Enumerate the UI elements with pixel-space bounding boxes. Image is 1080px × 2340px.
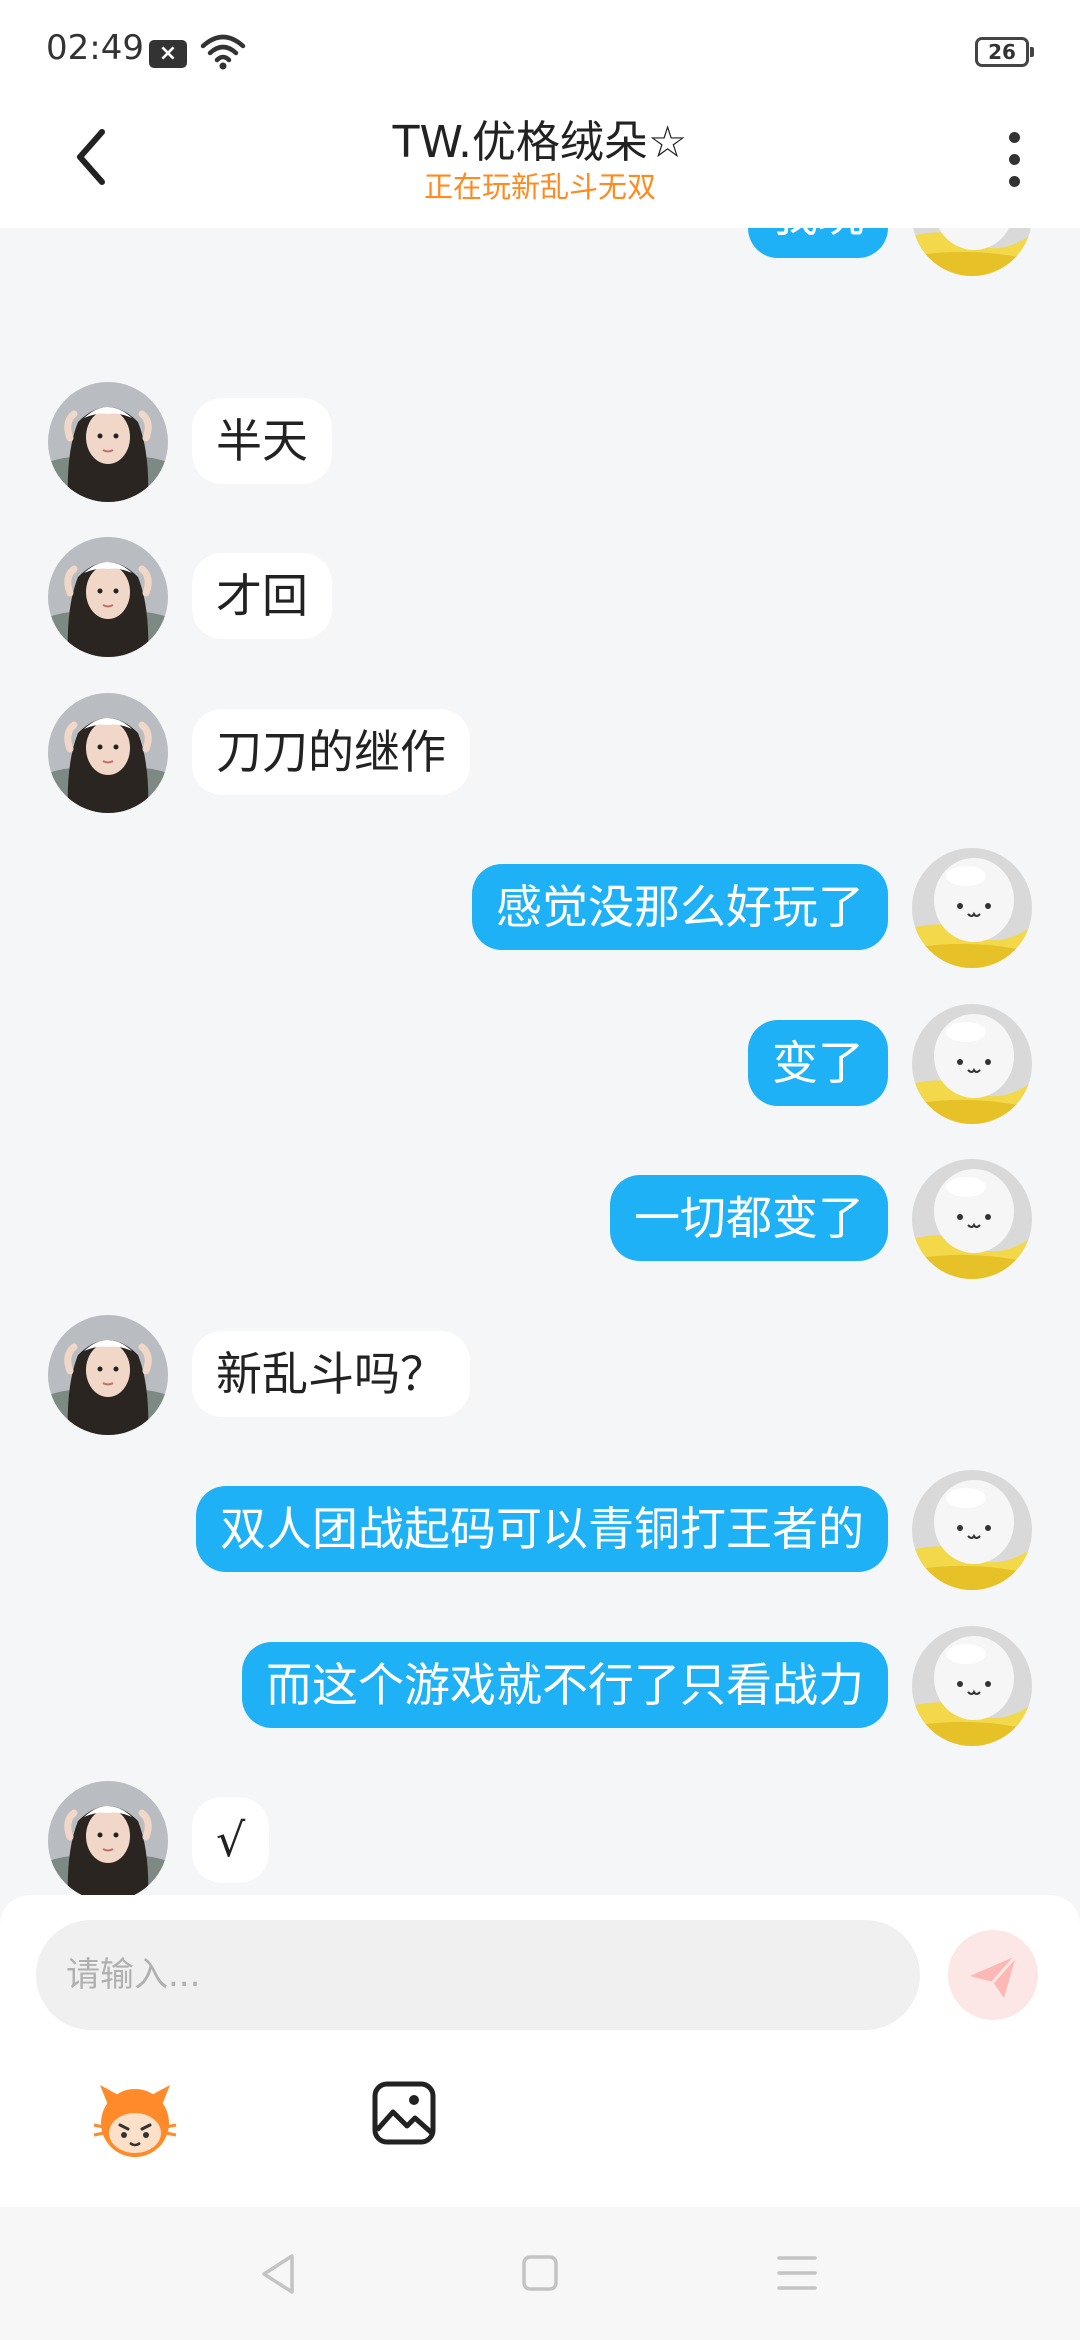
sent-message: 一切都变了: [0, 1159, 1080, 1283]
status-time: 02:49: [46, 28, 144, 68]
contact-avatar[interactable]: [48, 692, 168, 813]
my-avatar[interactable]: [912, 228, 1032, 276]
nav-home-icon[interactable]: [521, 2254, 559, 2292]
more-dot: [1009, 176, 1020, 187]
send-button[interactable]: [948, 1930, 1038, 2020]
message-bubble[interactable]: 一切都变了: [610, 1175, 888, 1261]
mascot-emoji-icon[interactable]: [90, 2075, 180, 2165]
my-avatar[interactable]: [912, 1470, 1032, 1590]
my-avatar[interactable]: [912, 1625, 1032, 1746]
contact-avatar[interactable]: [48, 1314, 168, 1435]
send-icon: [970, 1955, 1018, 1998]
sent-message: 双人团战起码可以青铜打王者的: [0, 1470, 1080, 1594]
close-box-icon: ×: [149, 40, 187, 68]
received-message: 刀刀的继作: [0, 692, 1080, 817]
wifi-icon: [200, 34, 246, 74]
contact-status: 正在玩新乱斗无双: [423, 170, 656, 204]
my-avatar[interactable]: [912, 848, 1032, 968]
battery-icon: 26: [975, 37, 1034, 67]
my-avatar[interactable]: [912, 1003, 1032, 1124]
sent-message: 我玩: [0, 228, 1080, 280]
received-message: 新乱斗吗？: [0, 1314, 1080, 1439]
more-vertical-icon: [1009, 132, 1020, 143]
message-bubble[interactable]: 刀刀的继作: [192, 708, 470, 795]
message-bubble[interactable]: 新乱斗吗？: [192, 1330, 470, 1417]
nav-back-icon[interactable]: [258, 2252, 298, 2296]
chat-header: TW.优格绒朵☆ 正在玩新乱斗无双: [0, 100, 1080, 228]
image-button[interactable]: [371, 2080, 437, 2146]
more-options-button[interactable]: [996, 124, 1032, 194]
sent-message: 而这个游戏就不行了只看战力: [0, 1625, 1080, 1750]
more-dot: [1009, 154, 1020, 165]
message-bubble[interactable]: 半天: [192, 397, 332, 484]
system-nav-bar: [0, 2207, 1080, 2340]
sent-message: 感觉没那么好玩了: [0, 848, 1080, 972]
input-panel: [0, 1895, 1080, 2207]
received-message: √: [0, 1781, 1080, 1895]
status-bar: 02:49 × 26: [0, 0, 1080, 100]
message-bubble[interactable]: 我玩: [748, 228, 888, 258]
contact-name: TW.优格绒朵☆: [392, 117, 688, 168]
contact-avatar[interactable]: [48, 381, 168, 502]
contact-avatar[interactable]: [48, 537, 168, 657]
my-avatar[interactable]: [912, 1159, 1032, 1279]
received-message: 才回: [0, 537, 1080, 661]
message-bubble[interactable]: 而这个游戏就不行了只看战力: [242, 1641, 888, 1728]
nav-menu-icon[interactable]: [777, 2254, 817, 2292]
chat-message-list[interactable]: 我玩半天才回刀刀的继作感觉没那么好玩了变了一切都变了新乱斗吗？ 双人团战起码可以青…: [0, 228, 1080, 1895]
message-input[interactable]: [36, 1920, 920, 2030]
message-bubble[interactable]: 感觉没那么好玩了: [472, 864, 888, 950]
contact-avatar[interactable]: [48, 1781, 168, 1895]
message-bubble[interactable]: 才回: [192, 553, 332, 639]
message-bubble[interactable]: 变了: [748, 1019, 888, 1106]
image-icon: [372, 2081, 436, 2145]
message-bubble[interactable]: √: [192, 1797, 270, 1883]
sent-message: 变了: [0, 1003, 1080, 1128]
message-bubble[interactable]: 双人团战起码可以青铜打王者的: [196, 1486, 888, 1572]
received-message: 半天: [0, 381, 1080, 506]
